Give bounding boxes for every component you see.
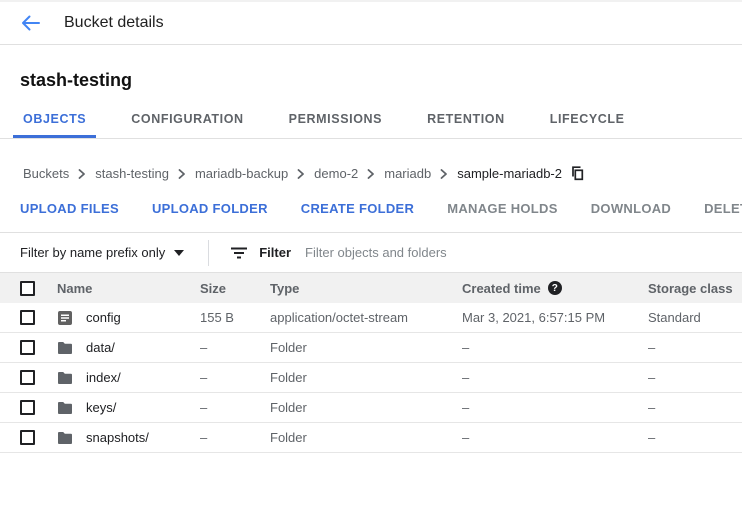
row-checkbox[interactable]: [20, 340, 35, 355]
bucket-name-title: stash-testing: [0, 45, 742, 91]
object-name-link[interactable]: config: [86, 310, 121, 325]
top-bar: Bucket details: [0, 2, 742, 45]
filter-button[interactable]: Filter: [231, 245, 291, 260]
object-storage-class: –: [648, 340, 742, 355]
column-header-created-time: Created time ?: [462, 281, 648, 296]
row-checkbox[interactable]: [20, 310, 35, 325]
copy-path-button[interactable]: [570, 166, 584, 181]
object-type: Folder: [270, 370, 462, 385]
folder-icon: [57, 400, 73, 416]
object-size: –: [200, 400, 270, 415]
filter-button-label: Filter: [259, 245, 291, 260]
table-row: snapshots/ – Folder – –: [0, 423, 742, 453]
divider: [208, 240, 209, 266]
object-size: –: [200, 430, 270, 445]
chevron-right-icon: [440, 169, 448, 179]
content-copy-icon: [570, 166, 584, 181]
object-created-time: –: [462, 340, 648, 355]
breadcrumb-item-buckets[interactable]: Buckets: [23, 166, 69, 181]
chevron-right-icon: [297, 169, 305, 179]
object-name-link[interactable]: index/: [86, 370, 121, 385]
caret-down-icon: [174, 250, 184, 256]
column-header-storage-class: Storage class: [648, 281, 742, 296]
object-storage-class: –: [648, 400, 742, 415]
row-checkbox[interactable]: [20, 400, 35, 415]
breadcrumb-current: sample-mariadb-2: [457, 166, 562, 181]
folder-icon: [57, 430, 73, 446]
filter-scope-dropdown[interactable]: Filter by name prefix only: [20, 245, 184, 260]
table-row: config 155 B application/octet-stream Ma…: [0, 303, 742, 333]
object-size: –: [200, 370, 270, 385]
table-row: index/ – Folder – –: [0, 363, 742, 393]
file-icon: [57, 310, 73, 326]
page-header-title: Bucket details: [64, 14, 164, 32]
object-size: 155 B: [200, 310, 270, 325]
table-header-row: Name Size Type Created time ? Storage cl…: [0, 272, 742, 303]
breadcrumb-item-bucket[interactable]: stash-testing: [95, 166, 169, 181]
chevron-right-icon: [178, 169, 186, 179]
object-name-link[interactable]: keys/: [86, 400, 116, 415]
folder-icon: [57, 340, 73, 356]
tab-permissions[interactable]: PERMISSIONS: [289, 112, 382, 138]
create-folder-button[interactable]: CREATE FOLDER: [301, 201, 414, 216]
row-checkbox[interactable]: [20, 430, 35, 445]
download-button[interactable]: DOWNLOAD: [591, 201, 671, 216]
tab-retention[interactable]: RETENTION: [427, 112, 505, 138]
column-header-type: Type: [270, 281, 462, 296]
column-header-name: Name: [57, 281, 200, 296]
folder-icon: [57, 370, 73, 386]
manage-holds-button[interactable]: MANAGE HOLDS: [447, 201, 558, 216]
object-storage-class: Standard: [648, 310, 742, 325]
object-type: Folder: [270, 430, 462, 445]
tab-objects[interactable]: OBJECTS: [23, 112, 86, 138]
breadcrumb-item-folder-3[interactable]: mariadb: [384, 166, 431, 181]
filter-input[interactable]: [305, 245, 625, 260]
breadcrumb-item-folder-2[interactable]: demo-2: [314, 166, 358, 181]
objects-table: Name Size Type Created time ? Storage cl…: [0, 272, 742, 453]
object-name-link[interactable]: data/: [86, 340, 115, 355]
breadcrumb: Buckets stash-testing mariadb-backup dem…: [0, 166, 742, 181]
object-type: application/octet-stream: [270, 310, 462, 325]
table-row: keys/ – Folder – –: [0, 393, 742, 423]
object-actions-toolbar: UPLOAD FILES UPLOAD FOLDER CREATE FOLDER…: [0, 201, 742, 216]
object-storage-class: –: [648, 370, 742, 385]
column-header-size: Size: [200, 281, 270, 296]
upload-folder-button[interactable]: UPLOAD FOLDER: [152, 201, 268, 216]
object-storage-class: –: [648, 430, 742, 445]
chevron-right-icon: [78, 169, 86, 179]
object-type: Folder: [270, 340, 462, 355]
arrow-left-icon: [21, 15, 40, 31]
table-row: data/ – Folder – –: [0, 333, 742, 363]
chevron-right-icon: [367, 169, 375, 179]
object-created-time: –: [462, 400, 648, 415]
object-type: Folder: [270, 400, 462, 415]
filter-bar: Filter by name prefix only Filter: [0, 232, 742, 272]
filter-scope-label: Filter by name prefix only: [20, 245, 165, 260]
tab-bar: OBJECTS CONFIGURATION PERMISSIONS RETENT…: [0, 106, 742, 139]
tab-configuration[interactable]: CONFIGURATION: [131, 112, 243, 138]
created-time-label: Created time: [462, 281, 541, 296]
object-name-link[interactable]: snapshots/: [86, 430, 149, 445]
object-created-time: –: [462, 370, 648, 385]
delete-button[interactable]: DELETE: [704, 201, 742, 216]
select-all-checkbox[interactable]: [20, 281, 35, 296]
help-icon[interactable]: ?: [548, 281, 562, 295]
breadcrumb-item-folder-1[interactable]: mariadb-backup: [195, 166, 288, 181]
object-created-time: –: [462, 430, 648, 445]
upload-files-button[interactable]: UPLOAD FILES: [20, 201, 119, 216]
object-created-time: Mar 3, 2021, 6:57:15 PM: [462, 310, 648, 325]
row-checkbox[interactable]: [20, 370, 35, 385]
filter-list-icon: [231, 247, 247, 259]
object-size: –: [200, 340, 270, 355]
tab-lifecycle[interactable]: LIFECYCLE: [550, 112, 625, 138]
back-button[interactable]: [18, 11, 42, 35]
